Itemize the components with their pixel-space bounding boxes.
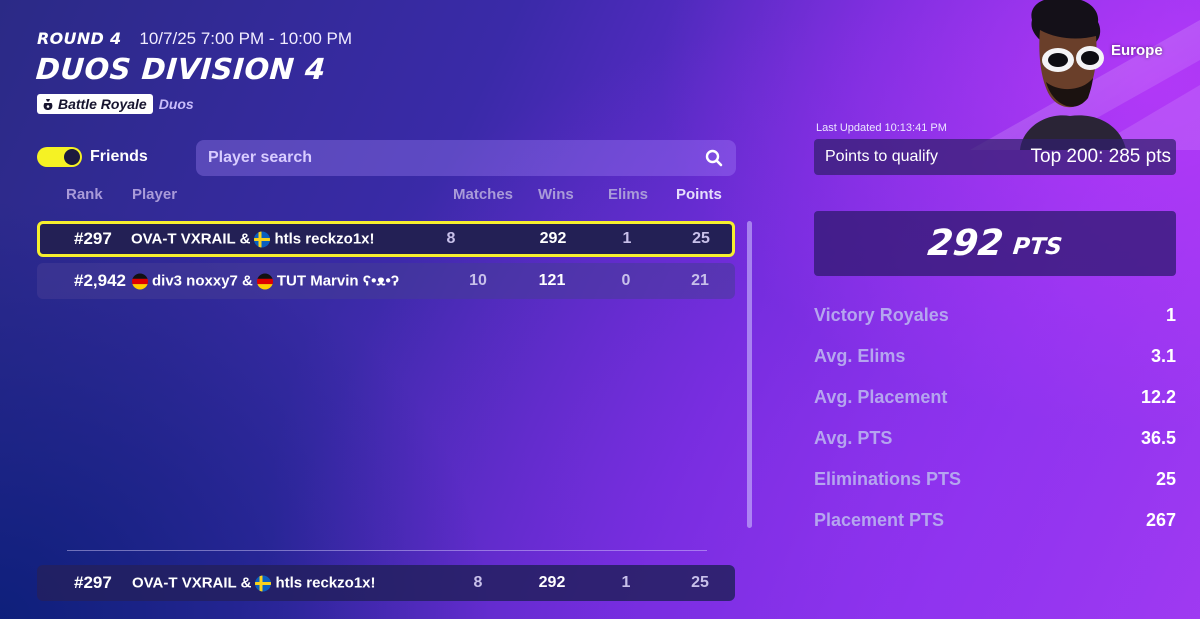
stat-label: Avg. PTS (814, 428, 893, 448)
player-b-name: htls reckzo1x! (275, 574, 376, 592)
row-elims: 0 (621, 272, 631, 289)
row-matches: 8 (473, 574, 483, 591)
total-points-value: 292 (925, 223, 1006, 264)
total-points-unit: PTS (1011, 233, 1064, 260)
germany-flag-icon (132, 273, 148, 289)
row-matches: 10 (469, 272, 487, 289)
sweden-flag-icon (255, 575, 272, 591)
row-elims: 1 (621, 574, 631, 591)
stat-avg-elims: Avg. Elims 3.1 (814, 346, 1176, 370)
round-info: ROUND 4 10/7/25 7:00 PM - 10:00 PM (37, 29, 352, 49)
total-points-card: 292 PTS (814, 211, 1176, 276)
round-date-range: 10/7/25 7:00 PM - 10:00 PM (139, 29, 353, 48)
col-wins: Wins (538, 186, 574, 203)
col-matches: Matches (453, 186, 514, 203)
player-a-name: OVA-T VXRAIL & (132, 574, 252, 592)
table-header: Rank Player Matches Wins Elims Points (37, 186, 737, 206)
pinned-player-row[interactable]: #297 OVA-T VXRAIL & htls reckzo1x! 8 292… (37, 565, 735, 601)
row-wins: 121 (538, 272, 566, 289)
qualify-label: Points to qualify (825, 148, 938, 165)
mode-row: Battle Royale Duos (37, 94, 194, 114)
pinned-divider (67, 550, 707, 551)
character-portrait (970, 0, 1200, 150)
stat-label: Placement PTS (814, 510, 945, 530)
stat-value: 3.1 (1150, 346, 1176, 366)
player-b-name: TUT Marvin ʕ•ᴥ•ʔ (276, 272, 400, 290)
row-wins: 292 (539, 230, 567, 247)
stat-label: Avg. Placement (814, 387, 948, 407)
row-wins: 292 (538, 574, 566, 591)
qualify-threshold: Points to qualify Top 200: 285 pts (814, 139, 1176, 175)
qualify-value: Top 200: 285 pts (1030, 146, 1172, 167)
row-player: div3 noxxy7 & TUT Marvin ʕ•ᴥ•ʔ (132, 273, 399, 290)
stat-value: 12.2 (1140, 387, 1176, 407)
stat-value: 25 (1155, 469, 1176, 489)
mode-subtype: Duos (158, 96, 194, 112)
stat-value: 267 (1145, 510, 1176, 530)
player-a-name: OVA-T VXRAIL & (131, 230, 251, 248)
row-elims: 1 (622, 230, 632, 247)
table-row[interactable]: #297 OVA-T VXRAIL & htls reckzo1x! 8 292… (37, 221, 735, 257)
page-title: DUOS DIVISION 4 (34, 52, 327, 86)
search-icon[interactable] (704, 148, 724, 168)
col-player: Player (132, 186, 178, 203)
germany-flag-icon (256, 273, 273, 289)
mode-badge-label: Battle Royale (58, 96, 147, 112)
stat-avg-pts: Avg. PTS 36.5 (814, 428, 1176, 452)
stat-label: Eliminations PTS (814, 469, 962, 489)
player-b-name: htls reckzo1x! (274, 230, 375, 248)
stat-eliminations-pts: Eliminations PTS 25 (814, 469, 1176, 493)
col-elims: Elims (608, 186, 649, 203)
player-search-input[interactable] (208, 149, 704, 167)
loot-bag-icon (43, 98, 53, 110)
stat-victory-royales: Victory Royales 1 (814, 305, 1176, 329)
row-points: 25 (691, 574, 709, 591)
row-player: OVA-T VXRAIL & htls reckzo1x! (131, 231, 375, 248)
stat-placement-pts: Placement PTS 267 (814, 510, 1176, 534)
round-label: ROUND 4 (37, 29, 122, 48)
row-rank: #297 (74, 573, 112, 592)
last-updated: Last Updated 10:13:41 PM (816, 122, 947, 134)
row-points: 25 (692, 230, 710, 247)
toggle-knob (64, 149, 80, 165)
row-matches: 8 (446, 230, 456, 247)
col-points: Points (676, 186, 722, 203)
sweden-flag-icon (254, 231, 271, 247)
row-rank: #2,942 (74, 271, 126, 290)
player-search-box[interactable] (196, 140, 736, 176)
friends-filter[interactable]: Friends (37, 147, 148, 167)
row-rank: #297 (74, 229, 112, 248)
stat-value: 36.5 (1140, 428, 1176, 448)
stat-avg-placement: Avg. Placement 12.2 (814, 387, 1176, 411)
table-scrollbar[interactable] (747, 221, 752, 528)
friends-label: Friends (90, 148, 148, 165)
table-row[interactable]: #2,942 div3 noxxy7 & TUT Marvin ʕ•ᴥ•ʔ 10… (37, 263, 735, 299)
friends-toggle[interactable] (37, 147, 82, 167)
col-rank: Rank (66, 186, 103, 203)
stat-value: 1 (1165, 305, 1176, 325)
row-points: 21 (691, 272, 709, 289)
player-a-name: div3 noxxy7 & (152, 272, 253, 290)
region-label: Europe (1111, 42, 1163, 59)
row-player: OVA-T VXRAIL & htls reckzo1x! (132, 575, 376, 592)
mode-badge: Battle Royale (37, 94, 153, 114)
stat-label: Victory Royales (814, 305, 949, 325)
stat-label: Avg. Elims (814, 346, 906, 366)
